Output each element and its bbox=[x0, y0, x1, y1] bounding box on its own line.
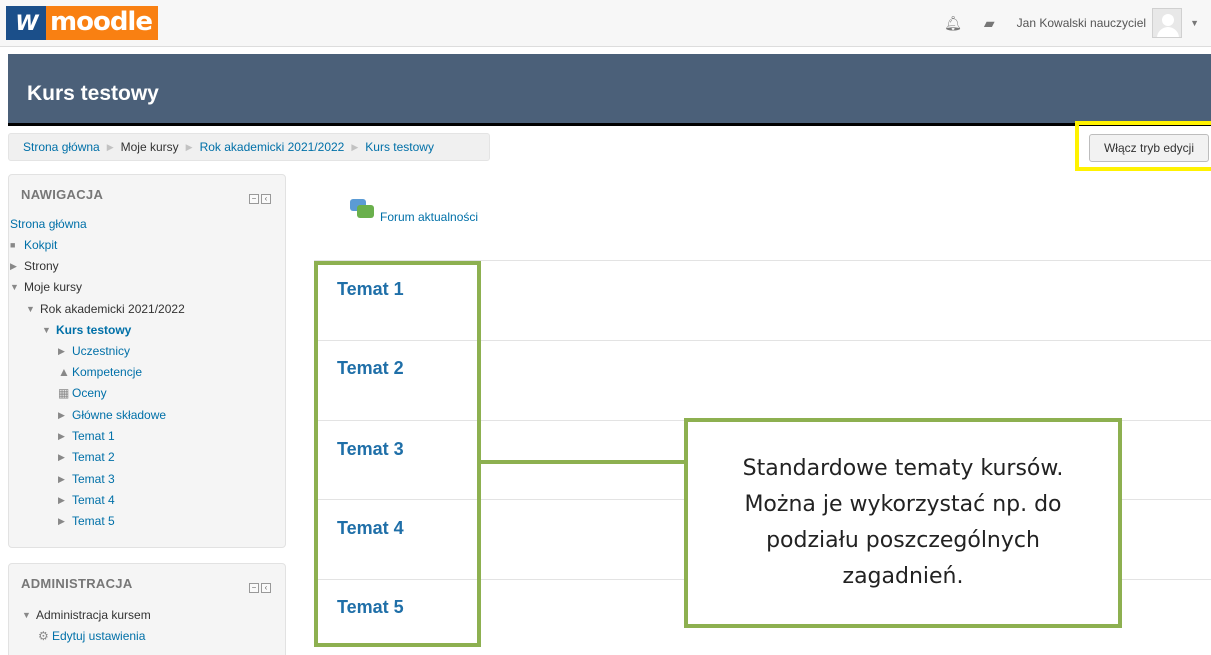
breadcrumb-separator-icon: ▶ bbox=[185, 141, 193, 152]
nav-item-topic-3[interactable]: ▶ Temat 3 bbox=[58, 472, 115, 486]
nav-item-competencies[interactable]: ▲ Kompetencje bbox=[58, 365, 142, 379]
admin-item-label: Edytuj ustawienia bbox=[52, 629, 146, 643]
nav-item-label: Temat 5 bbox=[72, 514, 115, 528]
admin-item-edit-settings[interactable]: ⚙ Edytuj ustawienia bbox=[38, 629, 145, 643]
administration-block: ADMINISTRACJA − ‹ ▼ Administracja kursem … bbox=[8, 563, 286, 655]
competencies-icon: ▲ bbox=[58, 365, 70, 379]
block-title: ADMINISTRACJA bbox=[21, 576, 133, 591]
nav-item-my-courses[interactable]: ▼ Moje kursy bbox=[10, 280, 82, 294]
nav-item-label: Temat 1 bbox=[72, 429, 115, 443]
user-menu-caret-icon[interactable]: ▼ bbox=[1190, 18, 1199, 28]
admin-item-course-administration[interactable]: ▼ Administracja kursem bbox=[22, 608, 151, 622]
collapse-block-icon[interactable]: − bbox=[249, 583, 259, 593]
block-title: NAWIGACJA bbox=[21, 187, 104, 202]
expand-arrow-icon: ▶ bbox=[58, 430, 65, 441]
nav-item-grades[interactable]: ▦ Oceny bbox=[58, 386, 107, 400]
expand-arrow-icon: ▶ bbox=[58, 473, 65, 484]
nav-item-label: Rok akademicki 2021/2022 bbox=[40, 302, 185, 316]
nav-item-label: Temat 2 bbox=[72, 450, 115, 464]
expand-arrow-icon: ▶ bbox=[58, 451, 65, 462]
bullet-icon: ■ bbox=[10, 240, 16, 250]
nav-item-pages[interactable]: ▶ Strony bbox=[10, 259, 59, 273]
expand-arrow-icon: ▶ bbox=[10, 260, 17, 271]
collapse-arrow-icon: ▼ bbox=[26, 304, 35, 314]
notification-bell-icon[interactable]: 🔔︎ bbox=[944, 15, 962, 32]
user-nav: 🔔︎ ▰ Jan Kowalski nauczyciel ▼ bbox=[944, 8, 1199, 38]
nav-item-label: Kompetencje bbox=[72, 365, 143, 379]
user-name[interactable]: Jan Kowalski nauczyciel bbox=[1017, 16, 1146, 30]
dock-block-icon[interactable]: ‹ bbox=[261, 194, 271, 204]
dock-block-icon[interactable]: ‹ bbox=[261, 583, 271, 593]
nav-item-label: Strona główna bbox=[10, 217, 87, 231]
nav-item-label: Uczestnicy bbox=[72, 344, 131, 358]
gear-icon: ⚙ bbox=[38, 629, 49, 643]
expand-arrow-icon: ▶ bbox=[58, 345, 65, 356]
top-navbar: W moodle 🔔︎ ▰ Jan Kowalski nauczyciel ▼ bbox=[0, 0, 1211, 47]
logo-mark: W bbox=[6, 6, 46, 40]
nav-item-label: Oceny bbox=[72, 386, 107, 400]
breadcrumb: Strona główna ▶ Moje kursy ▶ Rok akademi… bbox=[8, 133, 490, 161]
nav-item-topic-1[interactable]: ▶ Temat 1 bbox=[58, 429, 115, 443]
collapse-arrow-icon: ▼ bbox=[42, 325, 51, 335]
collapse-block-icon[interactable]: − bbox=[249, 194, 259, 204]
messages-icon[interactable]: ▰ bbox=[984, 15, 995, 32]
breadcrumb-item-academic-year[interactable]: Rok akademicki 2021/2022 bbox=[200, 140, 345, 154]
logo-wordmark: moodle bbox=[46, 6, 158, 40]
nav-item-participants[interactable]: ▶ Uczestnicy bbox=[58, 344, 130, 358]
nav-item-general[interactable]: ▶ Główne składowe bbox=[58, 408, 166, 422]
block-controls: − ‹ bbox=[247, 194, 271, 204]
avatar[interactable] bbox=[1152, 8, 1183, 38]
breadcrumb-item-home[interactable]: Strona główna bbox=[23, 140, 100, 154]
nav-item-label: Kurs testowy bbox=[56, 323, 132, 337]
callout-connector-line bbox=[481, 460, 686, 464]
breadcrumb-item-course[interactable]: Kurs testowy bbox=[365, 140, 434, 154]
navigation-block: NAWIGACJA − ‹ Strona główna ■ Kokpit ▶ Str… bbox=[8, 174, 286, 548]
topics-highlight-box bbox=[314, 261, 481, 647]
nav-item-label: Moje kursy bbox=[24, 280, 83, 294]
forum-icon bbox=[350, 199, 374, 221]
admin-item-label: Administracja kursem bbox=[36, 608, 151, 622]
nav-item-label: Temat 3 bbox=[72, 472, 115, 486]
nav-item-label: Kokpit bbox=[24, 238, 58, 252]
breadcrumb-separator-icon: ▶ bbox=[106, 141, 114, 152]
expand-arrow-icon: ▶ bbox=[58, 409, 65, 420]
annotation-callout: Standardowe tematy kursów. Można je wyko… bbox=[684, 418, 1122, 628]
nav-item-academic-year[interactable]: ▼ Rok akademicki 2021/2022 bbox=[26, 302, 185, 316]
nav-item-topic-4[interactable]: ▶ Temat 4 bbox=[58, 493, 115, 507]
nav-item-label: Strony bbox=[24, 259, 59, 273]
collapse-arrow-icon: ▼ bbox=[22, 610, 31, 620]
grades-table-icon: ▦ bbox=[58, 386, 70, 400]
collapse-arrow-icon: ▼ bbox=[10, 282, 19, 292]
breadcrumb-item-my-courses: Moje kursy bbox=[120, 140, 179, 154]
expand-arrow-icon: ▶ bbox=[58, 494, 65, 505]
nav-item-home[interactable]: Strona główna bbox=[10, 217, 87, 231]
nav-item-label: Temat 4 bbox=[72, 493, 115, 507]
nav-item-topic-2[interactable]: ▶ Temat 2 bbox=[58, 450, 115, 464]
expand-arrow-icon: ▶ bbox=[58, 515, 65, 526]
breadcrumb-separator-icon: ▶ bbox=[351, 141, 359, 152]
forum-link[interactable]: Forum aktualności bbox=[380, 210, 478, 224]
nav-item-topic-5[interactable]: ▶ Temat 5 bbox=[58, 514, 115, 528]
course-header: Kurs testowy bbox=[8, 54, 1211, 126]
forum-activity[interactable]: Forum aktualności bbox=[350, 199, 478, 224]
nav-item-current-course[interactable]: ▼ Kurs testowy bbox=[42, 323, 131, 337]
page-title: Kurs testowy bbox=[27, 82, 159, 105]
block-controls: − ‹ bbox=[247, 583, 271, 593]
annotation-text: Standardowe tematy kursów. Można je wyko… bbox=[742, 456, 1064, 589]
site-logo[interactable]: W moodle bbox=[6, 5, 158, 41]
nav-item-label: Główne składowe bbox=[72, 408, 167, 422]
edit-button-highlight bbox=[1075, 121, 1211, 171]
nav-item-dashboard[interactable]: ■ Kokpit bbox=[10, 238, 57, 252]
